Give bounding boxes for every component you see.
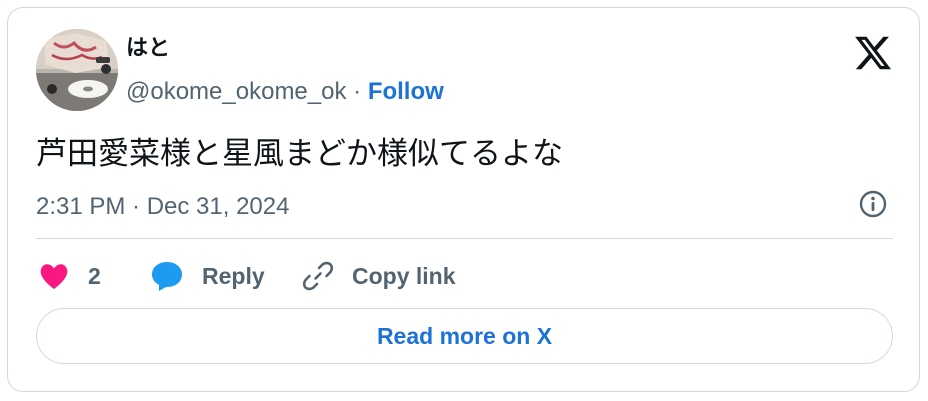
like-button[interactable]: 2 xyxy=(38,256,101,296)
handle-separator: · xyxy=(346,78,368,105)
divider xyxy=(36,238,893,239)
copy-link-button[interactable]: Copy link xyxy=(302,256,456,296)
tweet-timestamp[interactable]: 2:31 PM · Dec 31, 2024 xyxy=(36,192,289,222)
read-more-button[interactable]: Read more on X xyxy=(36,308,893,364)
heart-icon xyxy=(40,264,68,289)
copy-link-label: Copy link xyxy=(352,262,456,289)
reply-bubble-icon xyxy=(152,262,182,291)
handle-row: @okome_okome_ok · Follow xyxy=(126,77,444,107)
x-logo-icon[interactable] xyxy=(853,33,893,73)
avatar[interactable] xyxy=(36,29,118,111)
reply-label: Reply xyxy=(202,262,265,289)
user-handle[interactable]: @okome_okome_ok xyxy=(126,78,346,105)
reply-button[interactable]: Reply xyxy=(150,256,265,296)
avatar-image xyxy=(36,29,118,111)
tweet-embed-card: はと @okome_okome_ok · Follow 芦田愛菜様と星風まどか様… xyxy=(7,7,920,392)
info-icon[interactable] xyxy=(857,188,889,220)
link-icon xyxy=(302,261,334,291)
like-count: 2 xyxy=(88,262,101,289)
tweet-text: 芦田愛菜様と星風まどか様似てるよな xyxy=(36,136,563,172)
follow-link[interactable]: Follow xyxy=(368,78,444,105)
display-name[interactable]: はと xyxy=(126,35,170,63)
